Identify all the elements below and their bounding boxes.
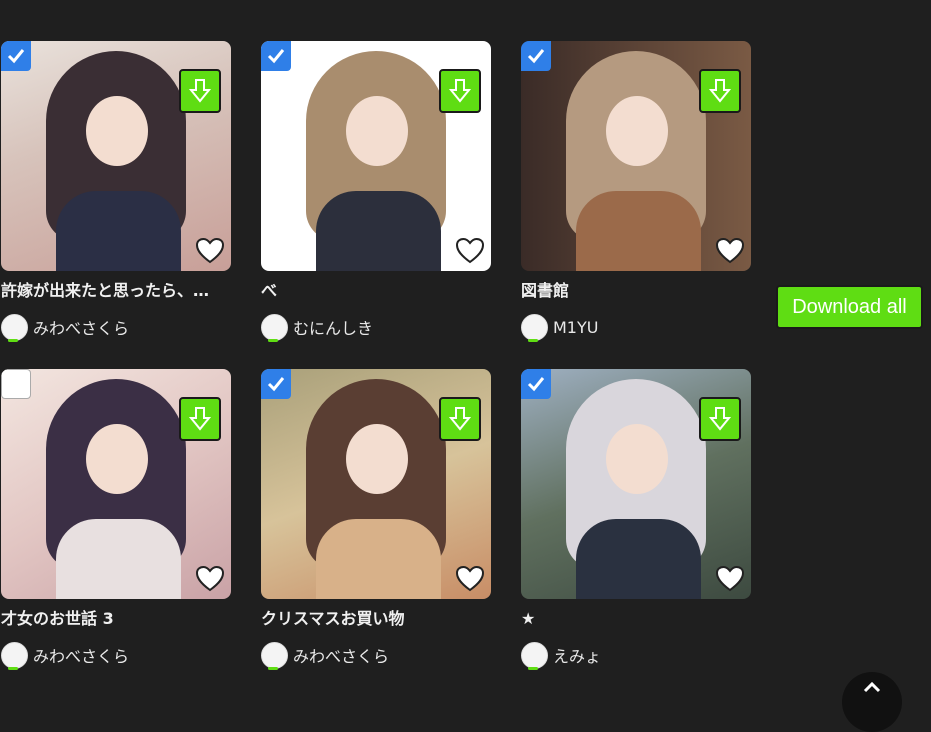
- author-name[interactable]: みわべさくら: [33, 315, 129, 339]
- checkmark-icon: [267, 49, 285, 64]
- download-button[interactable]: [439, 397, 481, 441]
- artwork-thumbnail[interactable]: [1, 41, 231, 271]
- artwork-title[interactable]: 才女のお世話 3: [1, 608, 231, 630]
- select-checkbox[interactable]: [1, 369, 31, 399]
- artwork-thumbnail[interactable]: [521, 369, 751, 599]
- artwork-title[interactable]: クリスマスお買い物: [261, 608, 491, 630]
- artwork-title[interactable]: べ: [261, 280, 491, 302]
- select-checkbox[interactable]: [521, 41, 551, 71]
- artwork-thumbnail[interactable]: [261, 369, 491, 599]
- select-checkbox[interactable]: [521, 369, 551, 399]
- download-all-button[interactable]: Download all: [776, 285, 923, 329]
- download-arrow-icon: [189, 407, 211, 431]
- author-name[interactable]: M1YU: [553, 318, 598, 337]
- heart-icon[interactable]: [195, 237, 225, 265]
- author-link[interactable]: えみょ: [521, 640, 751, 670]
- artwork-card[interactable]: 才女のお世話 3 みわべさくら: [1, 369, 231, 670]
- download-arrow-icon: [189, 79, 211, 103]
- checkmark-icon: [7, 49, 25, 64]
- checkmark-icon: [527, 377, 545, 392]
- author-link[interactable]: みわべさくら: [261, 640, 491, 670]
- download-button[interactable]: [699, 397, 741, 441]
- avatar: [521, 313, 548, 342]
- heart-icon[interactable]: [455, 237, 485, 265]
- heart-icon[interactable]: [715, 565, 745, 593]
- download-button[interactable]: [699, 69, 741, 113]
- download-arrow-icon: [449, 79, 471, 103]
- author-link[interactable]: みわべさくら: [1, 640, 231, 670]
- select-checkbox[interactable]: [1, 41, 31, 71]
- avatar: [521, 641, 548, 670]
- artwork-thumbnail[interactable]: [521, 41, 751, 271]
- artwork-title[interactable]: ★: [521, 608, 751, 630]
- download-arrow-icon: [709, 79, 731, 103]
- chevron-up-icon: [863, 681, 881, 693]
- select-checkbox[interactable]: [261, 369, 291, 399]
- artwork-title[interactable]: 許嫁が出来たと思ったら、…: [1, 280, 231, 302]
- avatar: [261, 313, 288, 342]
- download-button[interactable]: [179, 397, 221, 441]
- download-arrow-icon: [449, 407, 471, 431]
- artwork-card[interactable]: 許嫁が出来たと思ったら、… みわべさくら: [1, 41, 231, 342]
- avatar: [1, 641, 28, 670]
- author-name[interactable]: みわべさくら: [293, 643, 389, 667]
- select-checkbox[interactable]: [261, 41, 291, 71]
- avatar: [261, 641, 288, 670]
- heart-icon[interactable]: [715, 237, 745, 265]
- author-name[interactable]: むにんしき: [293, 315, 373, 339]
- heart-icon[interactable]: [195, 565, 225, 593]
- author-name[interactable]: みわべさくら: [33, 643, 129, 667]
- artwork-card[interactable]: クリスマスお買い物 みわべさくら: [261, 369, 491, 670]
- author-link[interactable]: むにんしき: [261, 312, 491, 342]
- author-name[interactable]: えみょ: [553, 643, 601, 667]
- artwork-card[interactable]: ★ えみょ: [521, 369, 751, 670]
- artwork-thumbnail[interactable]: [261, 41, 491, 271]
- download-button[interactable]: [179, 69, 221, 113]
- checkmark-icon: [527, 49, 545, 64]
- author-link[interactable]: M1YU: [521, 312, 751, 342]
- download-arrow-icon: [709, 407, 731, 431]
- scroll-to-top-button[interactable]: [842, 672, 902, 732]
- artwork-card[interactable]: 図書館 M1YU: [521, 41, 751, 342]
- avatar: [1, 313, 28, 342]
- download-button[interactable]: [439, 69, 481, 113]
- author-link[interactable]: みわべさくら: [1, 312, 231, 342]
- artwork-title[interactable]: 図書館: [521, 280, 751, 302]
- artwork-card[interactable]: べ むにんしき: [261, 41, 491, 342]
- heart-icon[interactable]: [455, 565, 485, 593]
- checkmark-icon: [267, 377, 285, 392]
- artwork-thumbnail[interactable]: [1, 369, 231, 599]
